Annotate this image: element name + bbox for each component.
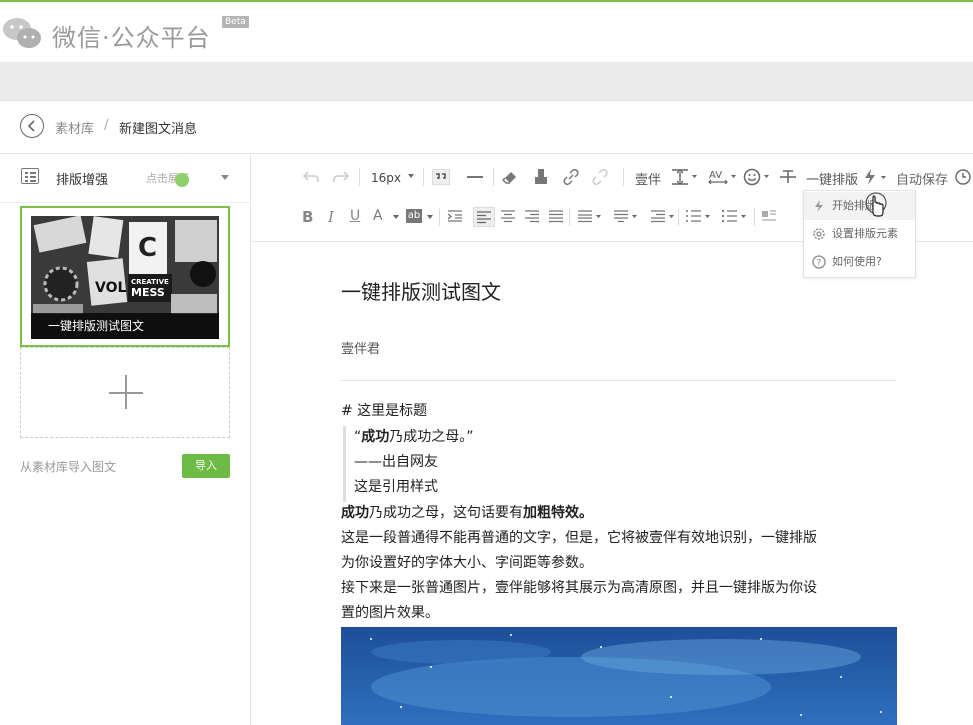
breadcrumb-separator: / bbox=[104, 118, 109, 133]
nav-bar bbox=[0, 62, 973, 101]
first-line-indent-icon[interactable] bbox=[650, 209, 678, 223]
list-icon bbox=[21, 168, 39, 184]
wechat-logo-icon bbox=[3, 18, 41, 48]
article-author[interactable]: 壹伴君 bbox=[341, 338, 380, 357]
chevron-down-icon[interactable] bbox=[408, 174, 414, 178]
header: 微信·公众平台 Beta bbox=[0, 2, 973, 62]
quote-line-1[interactable]: “成功乃成功之母。” bbox=[354, 425, 474, 450]
paragraph-2-line-1[interactable]: 这是一段普通得不能再普通的文字，但是，它将被壹伴有效地识别，一键排版 bbox=[341, 526, 817, 551]
import-button[interactable]: 导入 bbox=[182, 454, 230, 478]
chevron-down-icon[interactable] bbox=[393, 215, 399, 219]
align-right-icon[interactable] bbox=[524, 209, 540, 223]
chevron-left-icon bbox=[27, 120, 35, 132]
cover-word-c: C bbox=[138, 233, 157, 263]
font-size-select[interactable]: 16px bbox=[371, 171, 401, 185]
line-height-icon[interactable] bbox=[670, 169, 698, 185]
svg-text:?: ? bbox=[817, 259, 822, 269]
back-button[interactable] bbox=[20, 114, 44, 138]
heading-text: # 这里是标题 bbox=[341, 403, 428, 419]
cover-word-mess: MESS bbox=[131, 286, 165, 299]
how-to-use-label: 如何使用? bbox=[832, 255, 882, 268]
breadcrumb-current: 新建图文消息 bbox=[119, 122, 198, 137]
undo-icon[interactable] bbox=[303, 170, 319, 184]
cover-word-creative: CREATIVE bbox=[131, 278, 169, 286]
autosave-label[interactable]: 自动保存 bbox=[896, 169, 948, 188]
beta-badge: Beta bbox=[222, 16, 249, 28]
clock-icon bbox=[955, 169, 971, 185]
cursor-indicator bbox=[175, 173, 189, 187]
underline-icon[interactable]: U bbox=[350, 208, 360, 224]
cover-image: C CREATIVE MESS VOL 一键排版测试图文 bbox=[31, 216, 219, 339]
breadcrumb-parent[interactable]: 素材库 bbox=[55, 118, 94, 137]
add-article-button[interactable] bbox=[20, 347, 230, 438]
format-dropdown-menu: 开始排版 设置排版元素 ? 如何使用? bbox=[803, 190, 916, 278]
hand-cursor-icon bbox=[865, 192, 887, 217]
align-justify-icon[interactable] bbox=[548, 209, 564, 223]
how-to-use-menu-item[interactable]: ? 如何使用? bbox=[804, 248, 915, 276]
one-click-format-label[interactable]: 一键排版 bbox=[806, 169, 858, 188]
paragraph-2-line-2[interactable]: 为你设置好的字体大小、字间距等参数。 bbox=[341, 551, 593, 576]
highlight-color-icon[interactable]: ab bbox=[406, 209, 422, 223]
quote-note[interactable]: 这是引用样式 bbox=[354, 475, 438, 500]
italic-icon[interactable]: I bbox=[328, 208, 334, 226]
eraser-icon[interactable] bbox=[502, 168, 518, 186]
quote-bold: 成功 bbox=[361, 429, 390, 445]
paragraph-3-line-1[interactable]: 接下来是一张普通图片，壹伴能够将其展示为高清原图，并且一键排版为你设 bbox=[341, 576, 817, 601]
article-image[interactable] bbox=[341, 627, 897, 725]
align-center-icon[interactable] bbox=[500, 209, 516, 223]
quote-source[interactable]: ——出自网友 bbox=[354, 450, 438, 475]
svg-text:AV: AV bbox=[709, 170, 722, 181]
indent-icon[interactable] bbox=[447, 209, 463, 223]
emoji-icon[interactable] bbox=[743, 168, 771, 186]
chevron-down-icon[interactable] bbox=[221, 175, 229, 180]
bold-icon[interactable]: B bbox=[302, 208, 313, 226]
paragraph-3-line-2[interactable]: 置的图片效果。 bbox=[341, 601, 439, 626]
horizontal-rule-icon[interactable] bbox=[467, 176, 483, 178]
unlink-icon[interactable] bbox=[591, 168, 609, 186]
strikethrough-icon[interactable] bbox=[779, 168, 797, 186]
format-settings-menu-item[interactable]: 设置排版元素 bbox=[804, 220, 915, 248]
gear-icon bbox=[813, 228, 825, 240]
numbered-list-icon[interactable] bbox=[685, 209, 713, 223]
logo-text[interactable]: 微信·公众平台 bbox=[52, 18, 211, 53]
start-format-menu-item[interactable]: 开始排版 bbox=[804, 192, 915, 220]
lightning-icon bbox=[815, 200, 823, 212]
letter-spacing-icon[interactable]: AV bbox=[707, 168, 737, 186]
title-divider bbox=[341, 380, 897, 381]
article-card[interactable]: C CREATIVE MESS VOL 一键排版测试图文 bbox=[20, 206, 230, 347]
breadcrumb: 素材库 / 新建图文消息 bbox=[0, 101, 973, 154]
blockquote-bar bbox=[343, 426, 346, 502]
format-settings-label: 设置排版元素 bbox=[832, 227, 898, 240]
help-icon: ? bbox=[812, 255, 826, 269]
redo-icon[interactable] bbox=[333, 170, 349, 184]
blockquote-icon[interactable] bbox=[432, 169, 450, 185]
format-enhance-title: 排版增强 bbox=[56, 173, 109, 188]
font-color-icon[interactable]: A bbox=[373, 208, 383, 224]
bullet-list-icon[interactable] bbox=[721, 209, 749, 223]
format-enhance-header[interactable]: 排版增强 点击展开 bbox=[0, 154, 250, 203]
format-painter-icon[interactable] bbox=[534, 168, 548, 186]
paragraph-1[interactable]: 成功乃成功之母，这句话要有加粗特效。 bbox=[341, 501, 593, 526]
cover-word-vol: VOL bbox=[95, 280, 126, 296]
paragraph-spacing-after-icon[interactable] bbox=[613, 209, 641, 223]
import-label: 从素材库导入图文 bbox=[20, 460, 117, 474]
chevron-down-icon[interactable] bbox=[427, 215, 433, 219]
article-title[interactable]: 一键排版测试图文 bbox=[341, 276, 501, 305]
lightning-icon[interactable] bbox=[862, 168, 890, 186]
left-panel: 排版增强 点击展开 C CREATIVE MESS VOL 一键排版测试图文 从… bbox=[0, 154, 251, 725]
link-icon[interactable] bbox=[562, 168, 580, 186]
float-left-icon[interactable] bbox=[761, 209, 777, 223]
align-left-icon[interactable] bbox=[473, 207, 495, 227]
heading-line[interactable]: # 这里是标题 bbox=[341, 399, 427, 424]
card-caption: 一键排版测试图文 bbox=[31, 313, 219, 339]
paragraph-spacing-before-icon[interactable] bbox=[577, 209, 605, 223]
yiban-brand[interactable]: 壹伴 bbox=[635, 169, 661, 188]
